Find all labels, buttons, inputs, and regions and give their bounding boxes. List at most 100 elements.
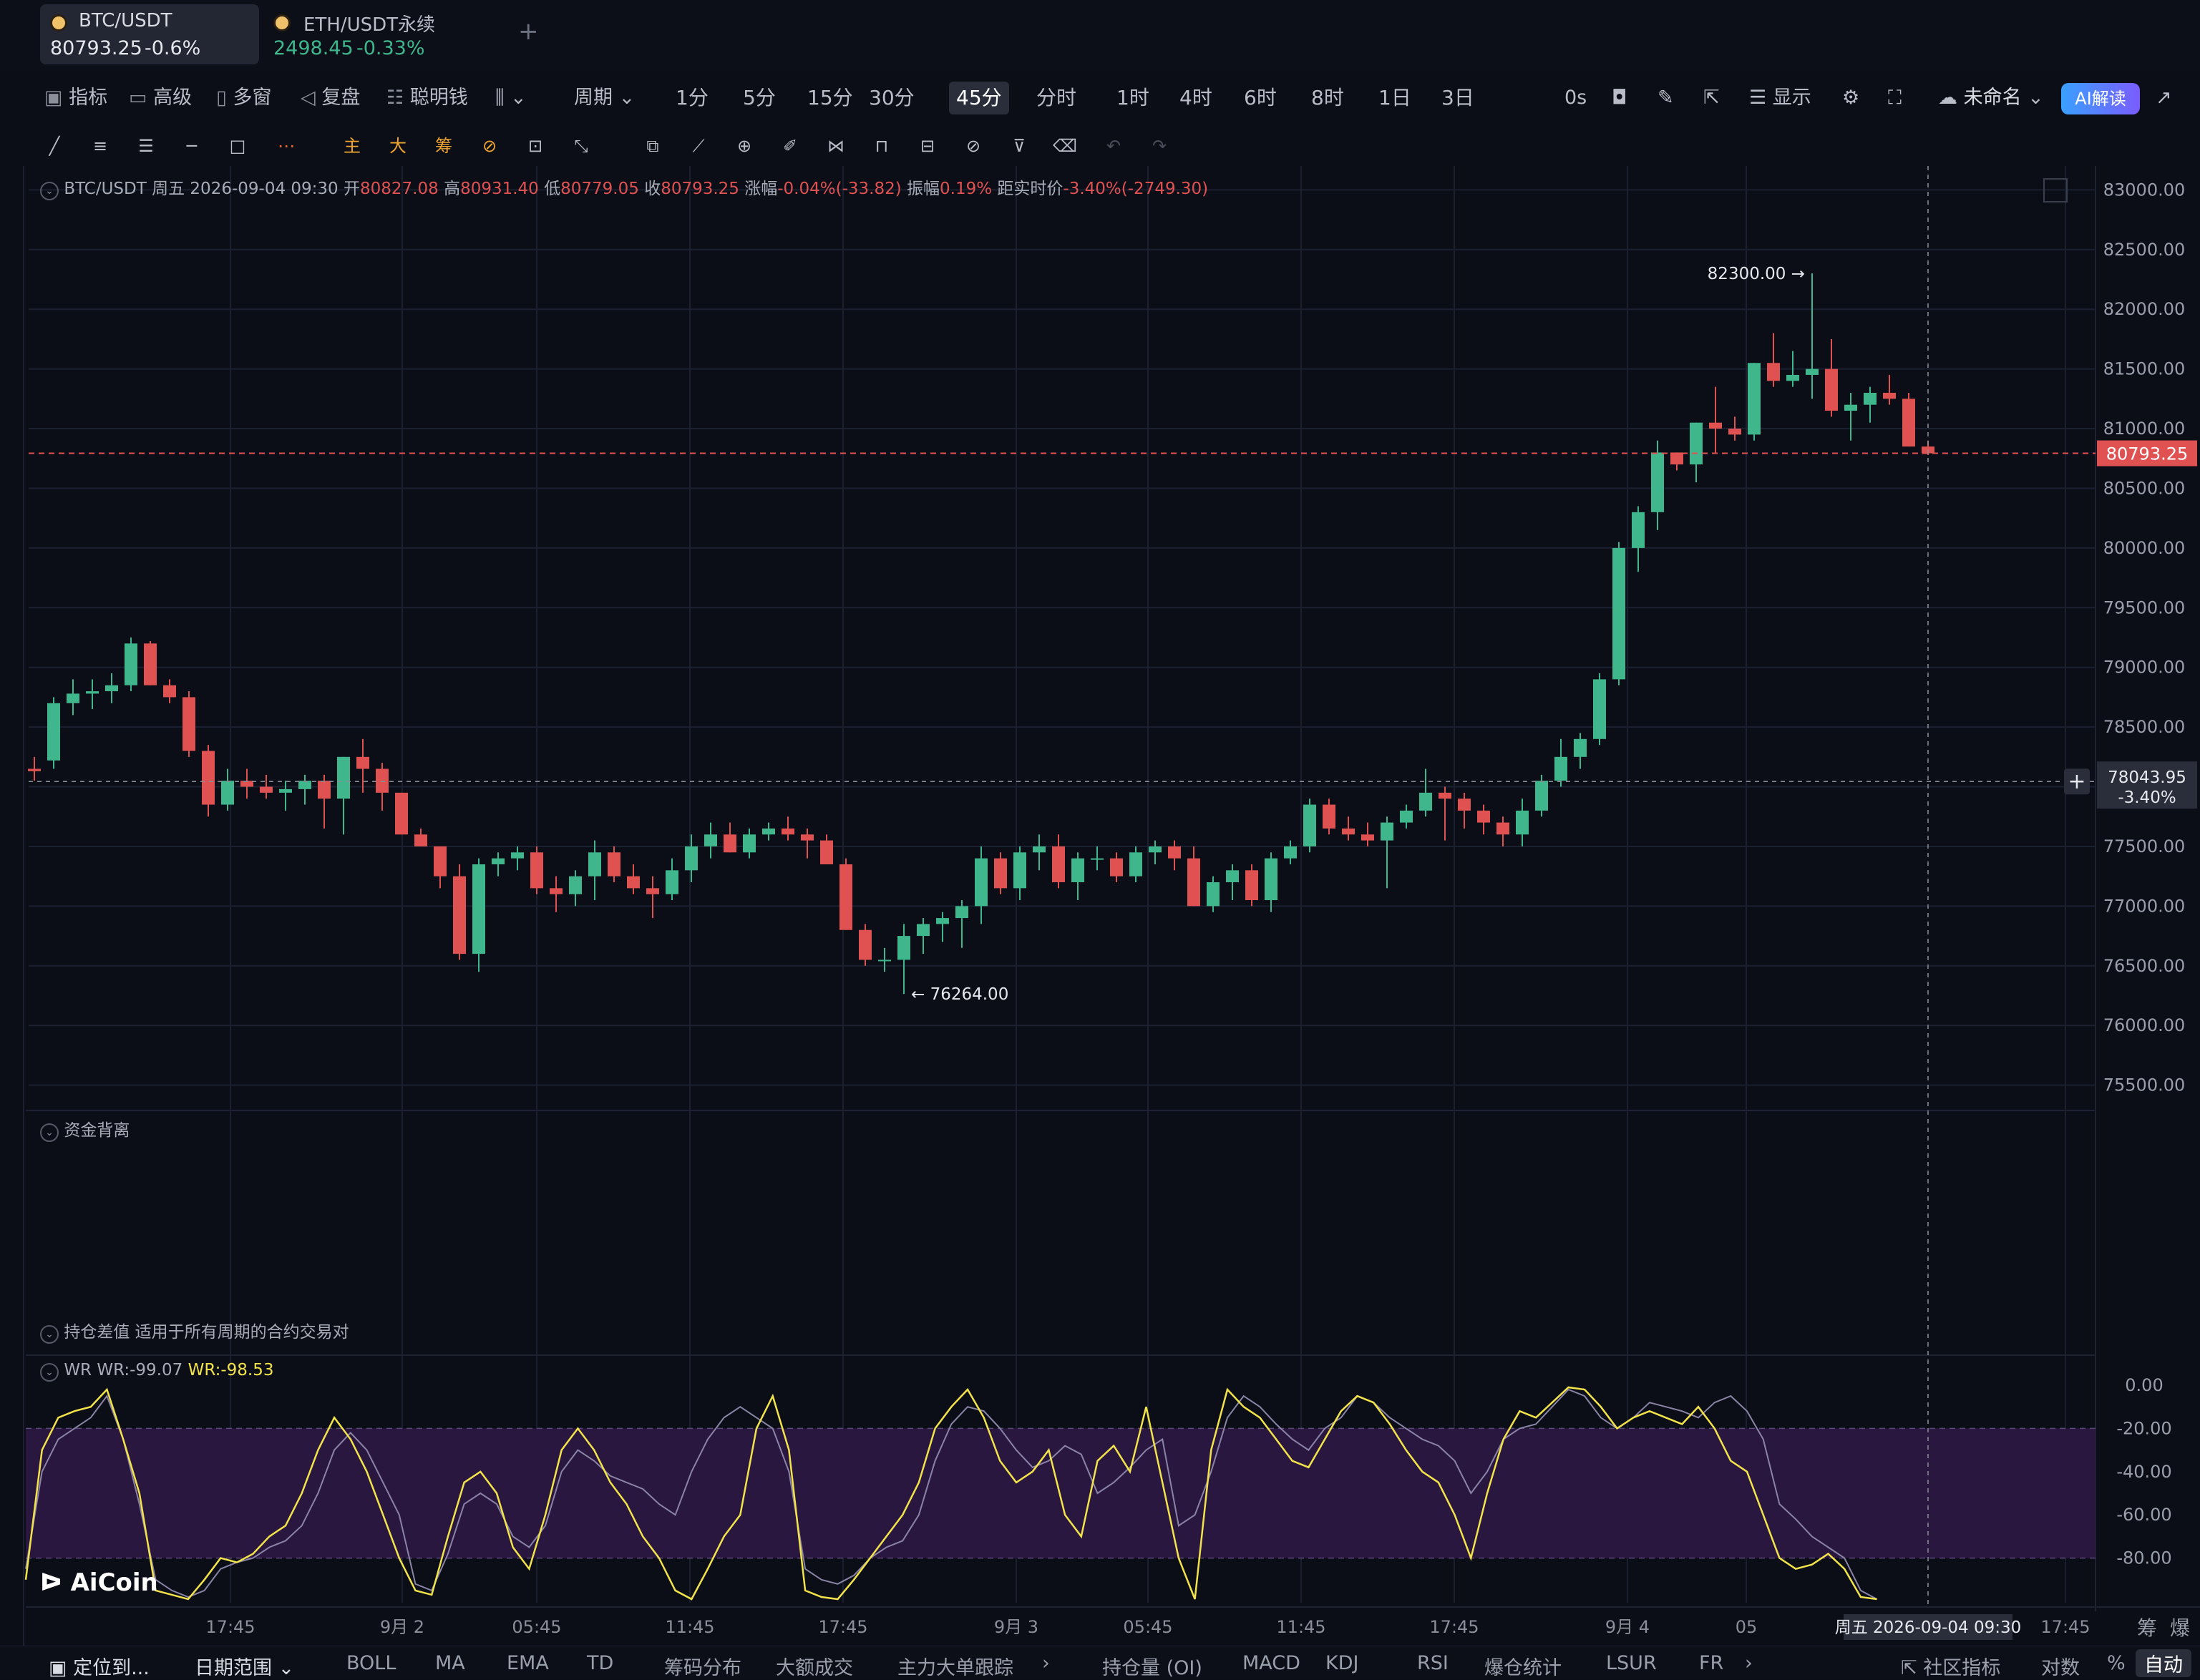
camera-icon[interactable]: ◘ [1612, 74, 1627, 122]
timeframe-4时[interactable]: 4时 [1172, 82, 1220, 114]
measure-icon[interactable]: ⤡ [567, 132, 595, 160]
eraser-icon[interactable]: ⊘ [959, 132, 988, 160]
percent-toggle[interactable]: % [2107, 1652, 2126, 1674]
indicator-筹码分布[interactable]: 筹码分布 [664, 1652, 741, 1680]
indicator-MA[interactable]: MA [435, 1652, 465, 1674]
chart-type-button[interactable]: ⫼ ⌄ [495, 74, 527, 122]
magnet-icon[interactable]: ⋈ [822, 132, 850, 160]
x-tick-label: 05 [1736, 1617, 1758, 1637]
locate-button[interactable]: ▣ 定位到... [49, 1652, 150, 1680]
timeframe-45分[interactable]: 45分 [949, 82, 1009, 114]
indicators-button[interactable]: ▣ 指标 [44, 74, 107, 122]
replay-button[interactable]: ◁ 复盘 [301, 74, 360, 122]
timeframe-1分[interactable]: 1分 [668, 82, 716, 114]
indicator-BOLL[interactable]: BOLL [346, 1652, 396, 1674]
indicator-持仓量 (OI)[interactable]: 持仓量 (OI) [1102, 1652, 1202, 1680]
copy-icon[interactable]: ⧉ [638, 132, 667, 160]
indicator-大额成交[interactable]: 大额成交 [776, 1652, 853, 1680]
tab-btc[interactable]: BTC/USDT 80793.25 -0.6% [40, 4, 259, 64]
signal-icon[interactable]: ⊘ [475, 132, 504, 160]
undo-icon[interactable]: ↶ [1099, 132, 1128, 160]
trash-icon[interactable]: ⌫ [1051, 132, 1079, 160]
cloud-layout-button[interactable]: ☁ 未命名 ⌄ [1938, 74, 2044, 122]
line-tool-icon[interactable]: ╱ [40, 132, 69, 160]
share-icon[interactable]: ⇱ [1703, 74, 1720, 122]
chevron-right-icon[interactable]: › [1042, 1652, 1050, 1674]
candle-body [1033, 846, 1046, 853]
candle-body [530, 852, 543, 889]
chevron-right-icon[interactable]: › [1745, 1652, 1753, 1674]
redo-icon[interactable]: ↷ [1145, 132, 1174, 160]
auto-scale-toggle[interactable]: 自动 [2136, 1649, 2191, 1677]
timeframe-3日[interactable]: 3日 [1434, 82, 1481, 114]
more-tools-icon[interactable]: ⋯ [272, 132, 301, 160]
pencil-icon[interactable]: ✎ [1658, 74, 1674, 122]
indicator-EMA[interactable]: EMA [507, 1652, 549, 1674]
fullscreen-icon[interactable]: ⛶ [1888, 74, 1902, 122]
period-button[interactable]: 周期 ⌄ [574, 74, 635, 122]
indicator-主力大单跟踪[interactable]: 主力大单跟踪 [897, 1652, 1013, 1680]
ai-read-button[interactable]: AI解读 [2061, 83, 2140, 114]
tab-eth[interactable]: ETH/USDT永续 2498.45 -0.33% [268, 4, 482, 64]
rectangle-icon[interactable]: □ [223, 132, 252, 160]
indicator-LSUR[interactable]: LSUR [1606, 1652, 1657, 1674]
timeframe-分时[interactable]: 分时 [1029, 82, 1084, 114]
liquidation-toggle[interactable]: 爆 [2170, 1613, 2190, 1641]
timeframe-5分[interactable]: 5分 [736, 82, 783, 114]
collapse-icon[interactable]: ⌄ [40, 182, 59, 200]
template-icon[interactable]: ⊟ [913, 132, 942, 160]
horizontal-lines-icon[interactable]: ☰ [132, 132, 160, 160]
candle-body [1187, 858, 1200, 907]
parallel-channel-icon[interactable]: ≡ [86, 132, 115, 160]
x-tick-label: 11:45 [665, 1617, 714, 1637]
indicator-爆仓统计[interactable]: 爆仓统计 [1484, 1652, 1562, 1680]
open-value: 80827.08 [360, 180, 439, 198]
close-value: 80793.25 [661, 180, 739, 198]
community-indicators[interactable]: ⇱ 社区指标 [1901, 1652, 2000, 1680]
alert-icon[interactable]: ⊡ [521, 132, 550, 160]
indicator-TD[interactable]: TD [587, 1652, 613, 1674]
lock-icon[interactable]: ⊓ [867, 132, 896, 160]
horizontal-ray-icon[interactable]: ─ [177, 132, 206, 160]
crosshair-price-text: 78043.95 [2108, 768, 2186, 787]
collapse-icon[interactable]: ⌄ [40, 1325, 59, 1344]
collapse-icon[interactable]: ⌄ [40, 1363, 59, 1382]
timeframe-30分[interactable]: 30分 [862, 82, 922, 114]
main-force-tool[interactable]: 主 [338, 132, 366, 160]
timeframe-15分[interactable]: 15分 [800, 82, 860, 114]
price-chart[interactable]: 83000.00 82500.00 82000.00 81500.00 81000.00… [0, 166, 2200, 1646]
dist-label: 距实时价 [997, 180, 1064, 198]
advanced-button[interactable]: ▭ 高级 [129, 74, 192, 122]
display-button[interactable]: ☰ 显示 [1749, 74, 1811, 122]
smart-money-button[interactable]: ☷ 聪明钱 [386, 74, 468, 122]
indicator-MACD[interactable]: MACD [1242, 1652, 1300, 1674]
timeframe-1时[interactable]: 1时 [1109, 82, 1157, 114]
y-tick-label: 75500.00 [2103, 1075, 2186, 1095]
add-tab-icon[interactable]: + [518, 17, 539, 46]
date-range-button[interactable]: 日期范围 ⌄ [195, 1652, 294, 1680]
indicator-FR[interactable]: FR [1699, 1652, 1723, 1674]
big-order-tool[interactable]: 大 [384, 132, 412, 160]
indicator-RSI[interactable]: RSI [1417, 1652, 1449, 1674]
multi-window-button[interactable]: ▯ 多窗 [216, 74, 271, 122]
indicators-label: 指标 [69, 87, 108, 109]
collapse-icon[interactable]: ⌄ [40, 1123, 59, 1142]
candle-body [743, 834, 756, 853]
chip-tool[interactable]: 筹 [429, 132, 458, 160]
x-tick-label: 05:45 [512, 1617, 561, 1637]
timeframe-1日[interactable]: 1日 [1371, 82, 1418, 114]
settings-gear-icon[interactable]: ⚙ [1842, 74, 1859, 122]
log-scale-toggle[interactable]: 对数 [2041, 1652, 2080, 1680]
trend-icon[interactable]: ↗ [2156, 74, 2172, 122]
chip-toggle[interactable]: 筹 [2137, 1613, 2157, 1641]
max-price-label: 82300.00 → [1708, 265, 1805, 283]
ruler-icon[interactable]: ⟋ [684, 132, 713, 160]
timeframe-6时[interactable]: 6时 [1237, 82, 1284, 114]
brush-icon[interactable]: ✐ [776, 132, 804, 160]
indicator-KDJ[interactable]: KDJ [1325, 1652, 1358, 1674]
candle-body [627, 876, 640, 889]
timeframe-8时[interactable]: 8时 [1304, 82, 1351, 114]
zoom-in-icon[interactable]: ⊕ [730, 132, 759, 160]
filter-icon[interactable]: ⊽ [1005, 132, 1033, 160]
smart-money-label: 聪明钱 [409, 87, 468, 109]
